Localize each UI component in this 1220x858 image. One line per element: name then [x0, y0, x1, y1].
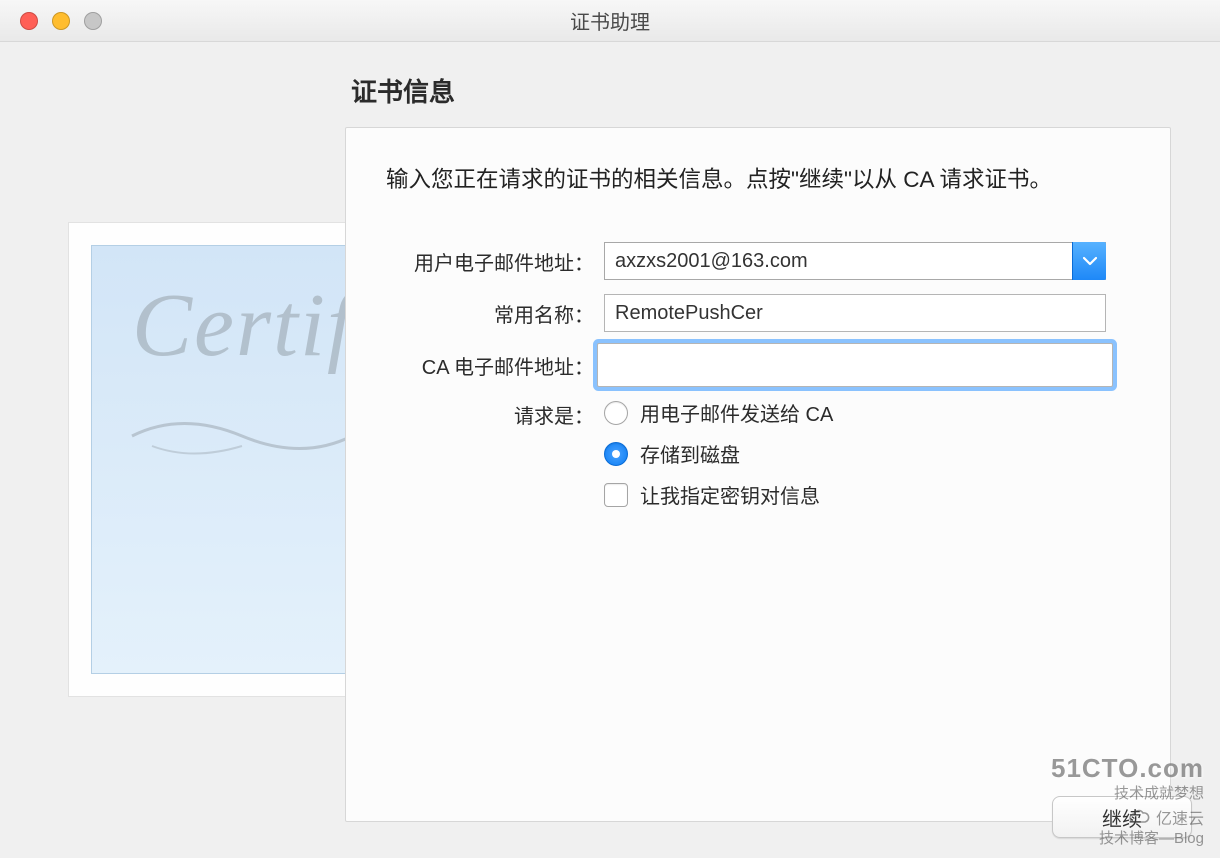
- request-options: 用电子邮件发送给 CA 存储到磁盘 让我指定密钥对信息: [604, 398, 1130, 521]
- ca-email-label: CA 电子邮件地址：: [386, 351, 604, 380]
- page-heading: 证书信息: [351, 72, 1171, 109]
- close-window-button[interactable]: [20, 12, 38, 30]
- window-content: Certificate 证书信息 输入您正在请求的证书的相关信息。点按"继续"以…: [0, 42, 1220, 858]
- option-specify-keypair-row[interactable]: 让我指定密钥对信息: [604, 480, 1130, 509]
- window-controls: [0, 12, 102, 30]
- request-row: 请求是： 用电子邮件发送给 CA 存储到磁盘 让我指定密钥对信息: [386, 398, 1130, 521]
- form-box: 输入您正在请求的证书的相关信息。点按"继续"以从 CA 请求证书。 用户电子邮件…: [345, 127, 1171, 822]
- chevron-down-icon[interactable]: [1072, 242, 1106, 280]
- minimize-window-button[interactable]: [52, 12, 70, 30]
- common-name-input[interactable]: RemotePushCer: [604, 294, 1106, 332]
- email-value: axzxs2001@163.com: [615, 250, 808, 273]
- continue-button[interactable]: 继续: [1052, 796, 1192, 838]
- title-bar: 证书助理: [0, 0, 1220, 42]
- instruction-text: 输入您正在请求的证书的相关信息。点按"继续"以从 CA 请求证书。: [386, 162, 1130, 198]
- common-name-value: RemotePushCer: [615, 302, 763, 325]
- radio-email-ca[interactable]: [604, 401, 628, 425]
- email-combobox[interactable]: axzxs2001@163.com: [604, 242, 1106, 280]
- radio-save-disk[interactable]: [604, 442, 628, 466]
- checkbox-specify-keypair[interactable]: [604, 483, 628, 507]
- window-title: 证书助理: [0, 6, 1220, 35]
- option-email-ca-row[interactable]: 用电子邮件发送给 CA: [604, 398, 1130, 427]
- email-row: 用户电子邮件地址： axzxs2001@163.com: [386, 242, 1130, 280]
- option-save-disk-row[interactable]: 存储到磁盘: [604, 439, 1130, 468]
- common-name-label: 常用名称：: [386, 299, 604, 328]
- maximize-window-button: [84, 12, 102, 30]
- ca-email-input[interactable]: [597, 343, 1113, 387]
- main-panel: 证书信息 输入您正在请求的证书的相关信息。点按"继续"以从 CA 请求证书。 用…: [345, 72, 1171, 832]
- option-save-disk-label: 存储到磁盘: [640, 439, 740, 468]
- ca-email-row: CA 电子邮件地址：: [386, 346, 1130, 384]
- option-specify-keypair-label: 让我指定密钥对信息: [640, 480, 820, 509]
- continue-button-label: 继续: [1102, 803, 1142, 832]
- common-name-row: 常用名称： RemotePushCer: [386, 294, 1130, 332]
- email-label: 用户电子邮件地址：: [386, 247, 604, 276]
- request-label: 请求是：: [386, 398, 604, 429]
- option-email-ca-label: 用电子邮件发送给 CA: [640, 398, 833, 427]
